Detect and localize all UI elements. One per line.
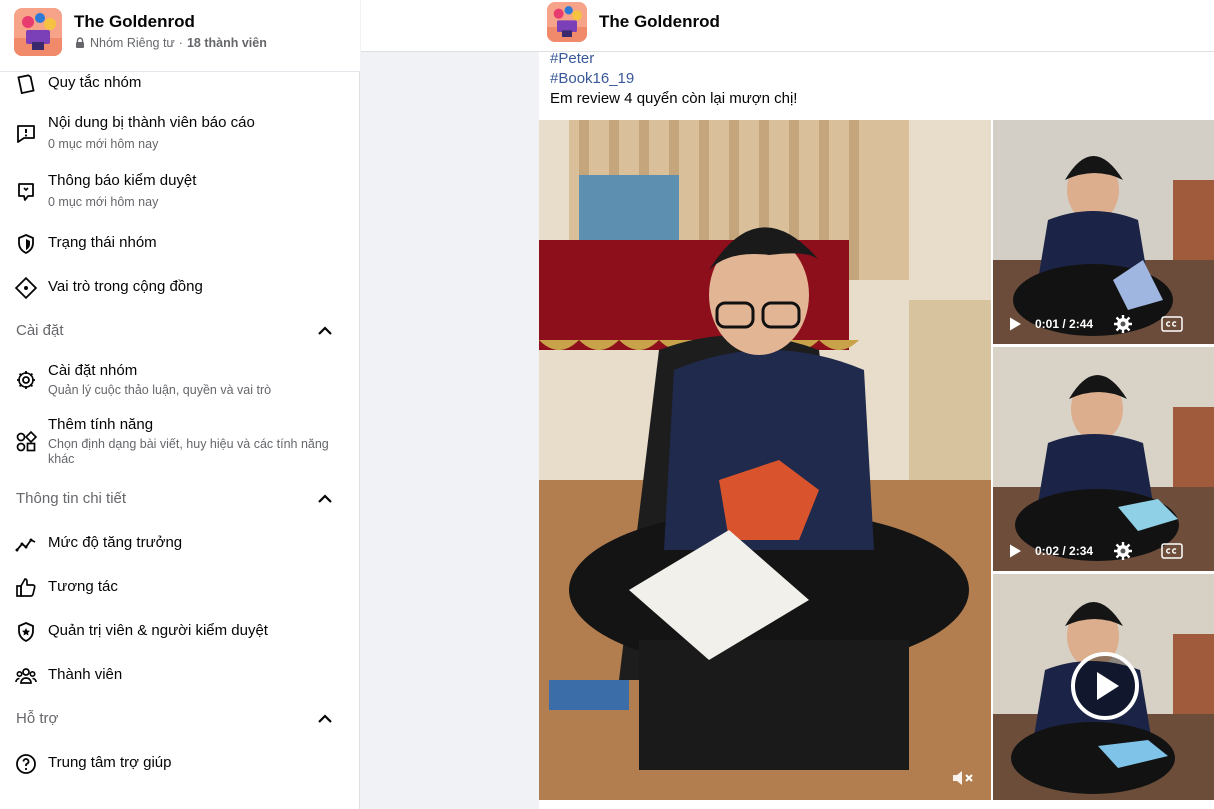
section-heading-insights: Thông tin chi tiết: [16, 490, 127, 507]
lock-icon: [76, 37, 84, 48]
video-thumbnail[interactable]: [993, 574, 1214, 800]
video-thumbnail[interactable]: 0:01 / 2:44: [993, 120, 1214, 344]
sidebar-item-label: Vai trò trong cộng đồng: [48, 278, 203, 295]
community-role-icon: [14, 276, 38, 300]
moderation-alert-icon: [14, 180, 38, 204]
mute-icon[interactable]: [951, 768, 975, 788]
sidebar-item-community-role[interactable]: Vai trò trong cộng đồng: [0, 276, 360, 300]
settings-gear-icon[interactable]: [1113, 541, 1133, 561]
shapes-icon: [14, 430, 38, 454]
gear-icon: [14, 368, 38, 392]
growth-icon: [14, 532, 38, 556]
group-privacy: Nhóm Riêng tư: [90, 36, 175, 50]
members-icon: [14, 664, 38, 688]
group-meta: Nhóm Riêng tư · 18 thành viên: [74, 36, 267, 50]
sidebar-item-label: Cài đặt nhóm: [48, 362, 138, 379]
sidebar-item-label: Tương tác: [48, 578, 118, 595]
sidebar-item-moderation-alerts[interactable]: Thông báo kiểm duyệt 0 mục mới hôm nay: [0, 170, 360, 214]
sidebar-item-label: Quản trị viên & người kiểm duyệt: [48, 622, 268, 639]
sidebar-item-group-rules[interactable]: Quy tắc nhóm: [0, 72, 360, 96]
sidebar-item-label: Quy tắc nhóm: [48, 74, 142, 91]
sidebar-item-add-features[interactable]: Thêm tính năng Chọn định dạng bài viết, …: [0, 414, 360, 470]
sidebar-item-engagement[interactable]: Tương tác: [0, 576, 360, 600]
group-name[interactable]: The Goldenrod: [599, 12, 720, 32]
sidebar-item-group-status[interactable]: Trạng thái nhóm: [0, 232, 360, 256]
chevron-up-icon[interactable]: [316, 490, 334, 508]
video-controls: 0:01 / 2:44: [993, 304, 1214, 344]
group-top-bar: The Goldenrod: [361, 0, 1214, 52]
sidebar-item-label: Thông báo kiểm duyệt: [48, 172, 197, 189]
group-name[interactable]: The Goldenrod: [74, 12, 195, 32]
sidebar-item-label: Trung tâm trợ giúp: [48, 754, 172, 771]
sidebar-item-label: Mức độ tăng trưởng: [48, 534, 183, 551]
group-cover-thumbnail[interactable]: [547, 2, 587, 42]
video-time: 0:02 / 2:34: [1035, 544, 1094, 558]
video-thumbnail[interactable]: 0:02 / 2:34: [993, 347, 1214, 571]
thumbs-up-icon: [14, 576, 38, 600]
sidebar-item-help-center[interactable]: Trung tâm trợ giúp: [0, 752, 360, 776]
sidebar-item-sublabel: 0 mục mới hôm nay: [48, 195, 159, 209]
post-main-photo[interactable]: [539, 120, 991, 800]
closed-captions-icon[interactable]: [1161, 316, 1183, 332]
sidebar-item-sublabel: 0 mục mới hôm nay: [48, 137, 159, 151]
section-heading-support: Hỗ trợ: [16, 710, 59, 727]
rules-icon: [14, 72, 38, 96]
play-button-icon[interactable]: [1070, 651, 1140, 721]
sidebar-item-member-reported[interactable]: Nội dung bị thành viên báo cáo 0 mục mới…: [0, 112, 360, 156]
sidebar-item-members[interactable]: Thành viên: [0, 664, 360, 688]
admin-badge-icon: [14, 620, 38, 644]
sidebar-item-growth[interactable]: Mức độ tăng trưởng: [0, 532, 360, 556]
sidebar-item-group-settings[interactable]: Cài đặt nhóm Quản lý cuộc thảo luận, quy…: [0, 360, 360, 400]
help-icon: [14, 752, 38, 776]
sidebar-item-label: Thêm tính năng: [48, 416, 154, 433]
settings-gear-icon[interactable]: [1113, 314, 1133, 334]
sidebar-item-sublabel: Quản lý cuộc thảo luận, quyền và vai trò: [48, 383, 272, 397]
group-member-count[interactable]: 18 thành viên: [187, 36, 267, 50]
hashtag-link[interactable]: #Book16_19: [550, 70, 634, 87]
video-time: 0:01 / 2:44: [1035, 317, 1094, 331]
hashtag-link[interactable]: #Peter: [550, 50, 594, 67]
chevron-up-icon[interactable]: [316, 710, 334, 728]
meta-separator: ·: [178, 36, 183, 50]
group-post: #Peter #Book16_19 Em review 4 quyển còn …: [539, 50, 1214, 809]
closed-captions-icon[interactable]: [1161, 543, 1183, 559]
group-cover-thumbnail[interactable]: [14, 8, 62, 56]
sidebar-item-admins-moderators[interactable]: Quản trị viên & người kiểm duyệt: [0, 620, 360, 644]
sidebar-item-label: Nội dung bị thành viên báo cáo: [48, 114, 255, 131]
sidebar-item-label: Thành viên: [48, 666, 123, 683]
chevron-up-icon[interactable]: [316, 322, 334, 340]
sidebar-item-sublabel: Chọn định dạng bài viết, huy hiệu và các…: [48, 437, 329, 466]
report-icon: [14, 122, 38, 146]
play-icon[interactable]: [1007, 316, 1023, 332]
group-admin-sidebar: The Goldenrod Nhóm Riêng tư · 18 thành v…: [0, 0, 360, 809]
section-heading-settings: Cài đặt: [16, 322, 64, 339]
play-icon[interactable]: [1007, 543, 1023, 559]
shield-icon: [14, 232, 38, 256]
sidebar-item-label: Trạng thái nhóm: [48, 234, 157, 251]
video-controls: 0:02 / 2:34: [993, 531, 1214, 571]
post-text: Em review 4 quyển còn lại mượn chị!: [550, 90, 798, 107]
sidebar-group-header: The Goldenrod Nhóm Riêng tư · 18 thành v…: [0, 0, 360, 72]
